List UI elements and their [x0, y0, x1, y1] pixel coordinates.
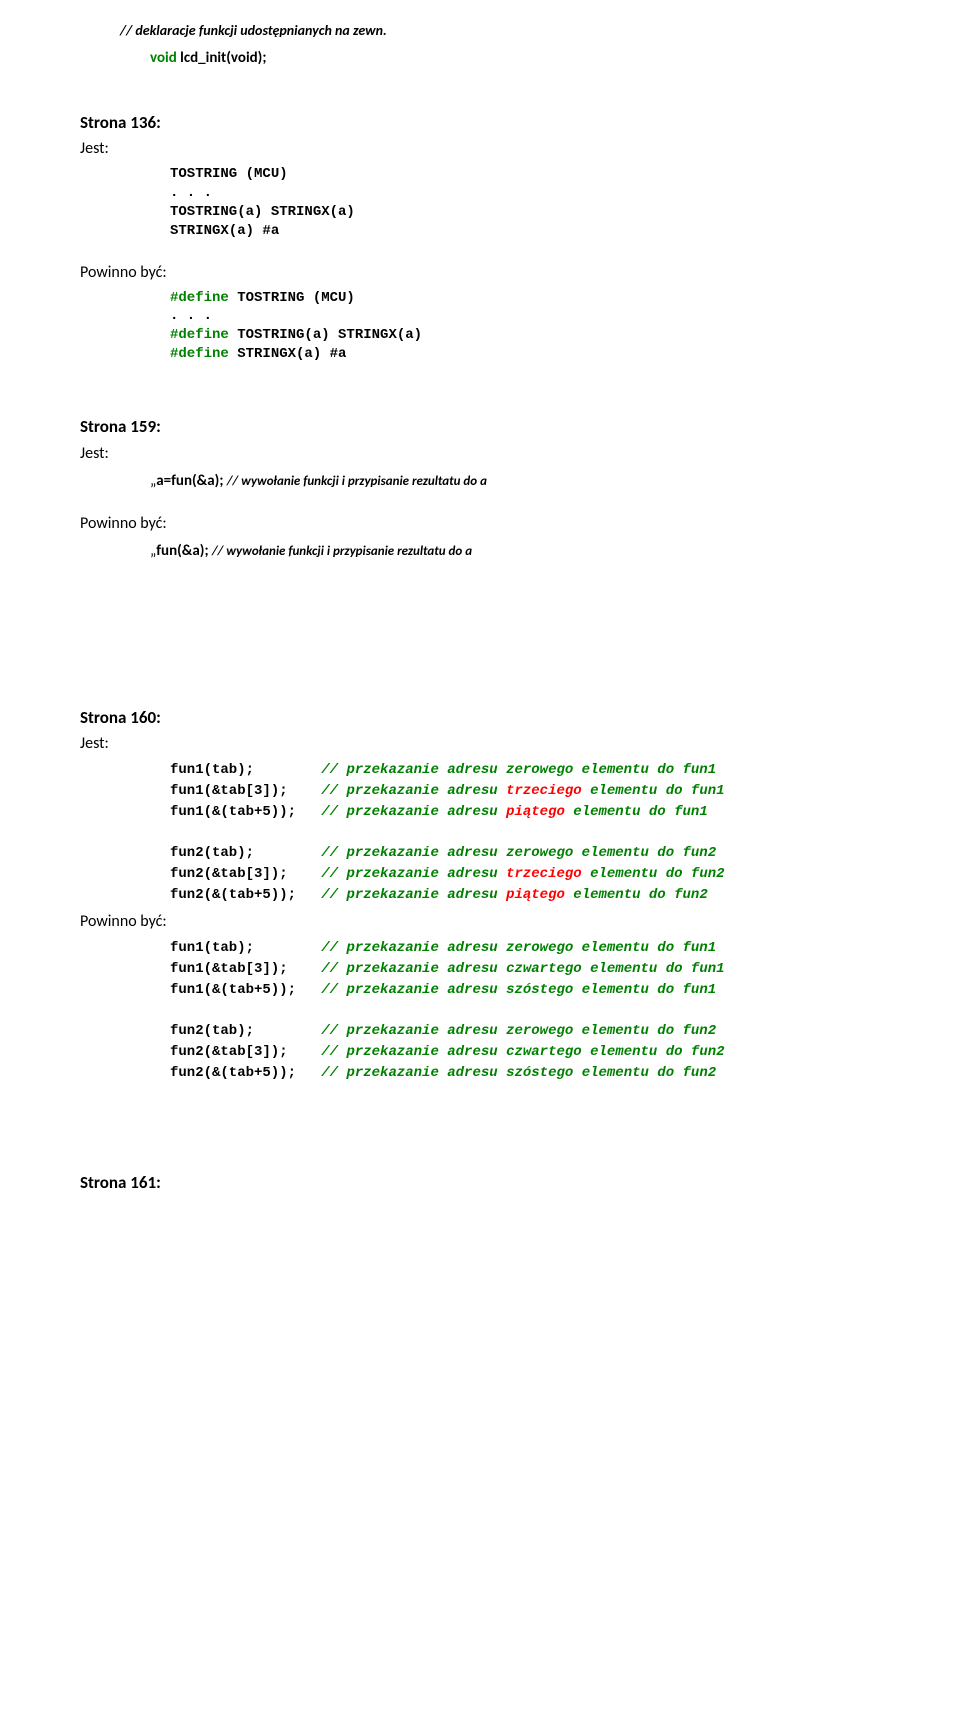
code-line: TOSTRING (MCU) [170, 165, 880, 184]
code-text: fun1(&(tab+5)); [170, 804, 321, 820]
code-line: fun1(&tab[3]); // przekazanie adresu trz… [170, 781, 880, 802]
code-comment: // przekazanie adresu [321, 982, 506, 998]
code-comment: // przekazanie adresu zerowego elementu … [321, 762, 716, 778]
highlight-word: czwartego [506, 1044, 582, 1060]
code-comment: elementu do fun1 [565, 804, 708, 820]
code-line: fun2(&tab[3]); // przekazanie adresu czw… [170, 1042, 880, 1063]
code-jest-136: TOSTRING (MCU) . . . TOSTRING(a) STRINGX… [170, 165, 880, 241]
code-text: a=fun(&a); [156, 472, 227, 490]
code-line: fun2(&(tab+5)); // przekazanie adresu pi… [170, 885, 880, 906]
code-comment: // przekazanie adresu [321, 804, 506, 820]
code-powinno-160-block1: fun1(tab); // przekazanie adresu zeroweg… [170, 938, 880, 1001]
code-comment: // przekazanie adresu [321, 1044, 506, 1060]
heading-161: Strona 161: [80, 1170, 880, 1196]
void-keyword: void [150, 49, 177, 67]
code-text: TOSTRING (MCU) [229, 290, 355, 306]
code-line: fun2(&tab[3]); // przekazanie adresu trz… [170, 864, 880, 885]
code-comment: // przekazanie adresu [321, 887, 506, 903]
top-comment: // deklaracje funkcji udostępnianych na … [120, 20, 880, 41]
define-kw: #define [170, 327, 229, 343]
label-powinno-136: Powinno być: [80, 261, 880, 285]
code-text: fun1(&(tab+5)); [170, 982, 321, 998]
void-declaration: void lcd_init(void); [150, 47, 880, 70]
code-powinno-160-block2: fun2(tab); // przekazanie adresu zeroweg… [170, 1021, 880, 1084]
highlight-word: trzeciego [506, 783, 582, 799]
code-comment: // przekazanie adresu zerowego elementu … [321, 845, 716, 861]
code-comment: // przekazanie adresu [321, 866, 506, 882]
code-line: #define TOSTRING (MCU) [170, 289, 880, 308]
code-line: STRINGX(a) #a [170, 222, 880, 241]
code-comment: elementu do fun2 [573, 1065, 716, 1081]
code-comment: elementu do fun2 [582, 866, 725, 882]
code-text: fun2(&tab[3]); [170, 1044, 321, 1060]
code-jest-160-block1: fun1(tab); // przekazanie adresu zeroweg… [170, 760, 880, 823]
code-comment: elementu do fun2 [582, 1044, 725, 1060]
code-line: fun2(tab); // przekazanie adresu zeroweg… [170, 843, 880, 864]
define-kw: #define [170, 346, 229, 362]
code-text: TOSTRING(a) STRINGX(a) [229, 327, 422, 343]
code-text: fun1(tab); [170, 762, 321, 778]
code-line: fun1(&(tab+5)); // przekazanie adresu sz… [170, 980, 880, 1001]
code-text: fun2(tab); [170, 845, 321, 861]
label-jest-136: Jest: [80, 137, 880, 161]
void-func: lcd_init(void); [177, 49, 267, 67]
define-kw: #define [170, 290, 229, 306]
code-text: fun2(&(tab+5)); [170, 887, 321, 903]
highlight-word: piątego [506, 804, 565, 820]
code-jest-160-block2: fun2(tab); // przekazanie adresu zeroweg… [170, 843, 880, 906]
label-powinno-160: Powinno być: [80, 910, 880, 934]
code-comment: // wywołanie funkcji i przypisanie rezul… [227, 474, 487, 489]
code-line: fun1(tab); // przekazanie adresu zeroweg… [170, 938, 880, 959]
code-line: TOSTRING(a) STRINGX(a) [170, 203, 880, 222]
heading-160: Strona 160: [80, 705, 880, 731]
code-text: fun(&a); [156, 542, 212, 560]
label-jest-160: Jest: [80, 732, 880, 756]
code-line: fun1(&tab[3]); // przekazanie adresu czw… [170, 959, 880, 980]
code-powinno-136: #define TOSTRING (MCU) . . . #define TOS… [170, 289, 880, 365]
code-comment: elementu do fun1 [573, 982, 716, 998]
code-line: fun1(&(tab+5)); // przekazanie adresu pi… [170, 802, 880, 823]
code-comment: // wywołanie funkcji i przypisanie rezul… [212, 544, 472, 559]
code-comment: // przekazanie adresu [321, 1065, 506, 1081]
code-text: fun1(tab); [170, 940, 321, 956]
code-comment: elementu do fun2 [565, 887, 708, 903]
code-line: fun2(tab); // przekazanie adresu zeroweg… [170, 1021, 880, 1042]
highlight-word: szóstego [506, 982, 573, 998]
code-line: fun2(&(tab+5)); // przekazanie adresu sz… [170, 1063, 880, 1084]
code-line: . . . [170, 307, 880, 326]
code-comment: elementu do fun1 [582, 783, 725, 799]
code-line: . . . [170, 184, 880, 203]
code-jest-159: „a=fun(&a); // wywołanie funkcji i przyp… [150, 470, 880, 493]
heading-159: Strona 159: [80, 414, 880, 440]
code-text: fun2(&(tab+5)); [170, 1065, 321, 1081]
code-text: STRINGX(a) #a [229, 346, 347, 362]
code-comment: elementu do fun1 [582, 961, 725, 977]
highlight-word: trzeciego [506, 866, 582, 882]
highlight-word: czwartego [506, 961, 582, 977]
code-comment: // przekazanie adresu [321, 961, 506, 977]
highlight-word: piątego [506, 887, 565, 903]
code-powinno-159: „fun(&a); // wywołanie funkcji i przypis… [150, 540, 880, 563]
code-line: #define STRINGX(a) #a [170, 345, 880, 364]
code-comment: // przekazanie adresu zerowego elementu … [321, 940, 716, 956]
highlight-word: szóstego [506, 1065, 573, 1081]
label-powinno-159: Powinno być: [80, 512, 880, 536]
code-text: fun2(tab); [170, 1023, 321, 1039]
label-jest-159: Jest: [80, 442, 880, 466]
code-line: fun1(tab); // przekazanie adresu zeroweg… [170, 760, 880, 781]
code-text: fun1(&tab[3]); [170, 783, 321, 799]
code-line: #define TOSTRING(a) STRINGX(a) [170, 326, 880, 345]
code-text: fun2(&tab[3]); [170, 866, 321, 882]
document-page: // deklaracje funkcji udostępnianych na … [0, 0, 960, 1238]
heading-136: Strona 136: [80, 110, 880, 136]
code-text: fun1(&tab[3]); [170, 961, 321, 977]
code-comment: // przekazanie adresu [321, 783, 506, 799]
code-comment: // przekazanie adresu zerowego elementu … [321, 1023, 716, 1039]
